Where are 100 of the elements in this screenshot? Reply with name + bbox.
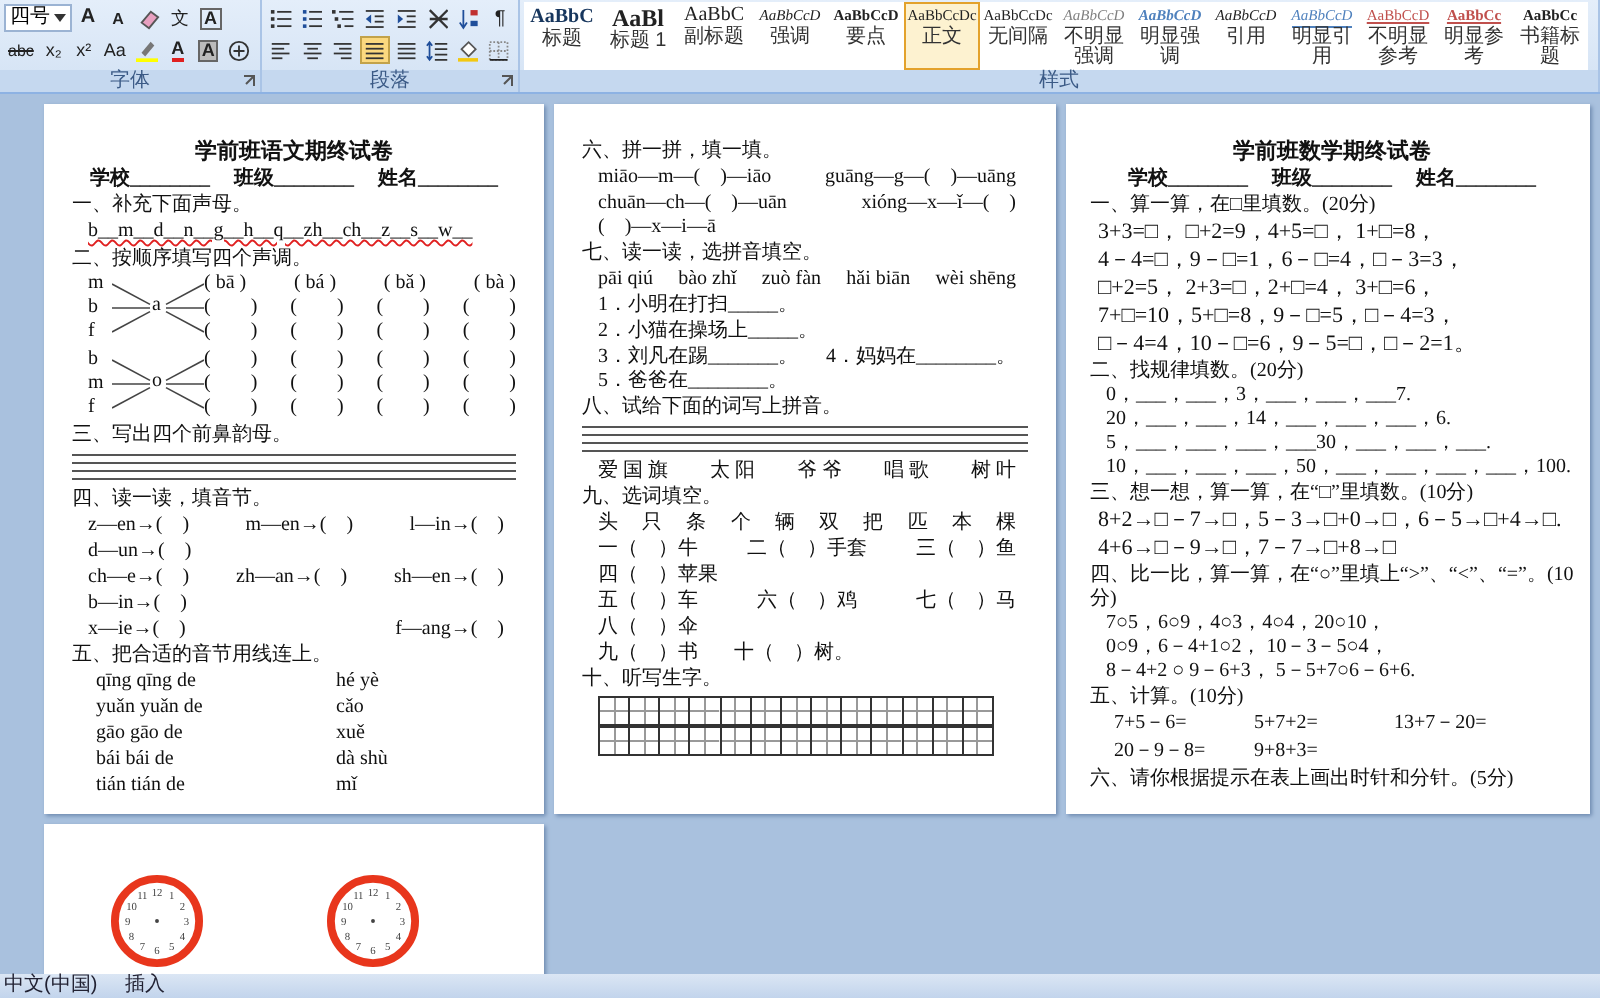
exercise-item: 八（ ）伞 [598, 614, 698, 640]
style-tile[interactable]: AaBl 标题 1 [600, 2, 676, 70]
show-marks-button[interactable]: ¶ [486, 4, 515, 32]
answer-bracket: ( bǎ ) [383, 272, 427, 296]
exercise-item: zuò fàn [761, 266, 822, 292]
decrease-indent-button[interactable] [360, 4, 390, 32]
vowel-letter: o [152, 370, 162, 394]
grow-font-button[interactable]: A [74, 4, 102, 32]
exam-title: 学前班数学期终试卷 [1231, 138, 1433, 166]
borders-button[interactable] [484, 36, 514, 64]
pinyin-word: bái bái de [96, 746, 176, 772]
highlight-button[interactable] [131, 36, 162, 64]
numbered-list-icon [301, 7, 323, 29]
answer-bracket: ( ) [376, 372, 430, 396]
exercise-item: 7+5－6= [1114, 710, 1189, 738]
answer-bracket: ( bà ) [473, 272, 516, 296]
character-shading-button[interactable]: A [193, 36, 223, 64]
pinyin-word: dà shù [336, 746, 390, 772]
font-size-field[interactable]: 四号 [4, 4, 72, 32]
style-tile[interactable]: AaBbC 标题 [524, 2, 600, 70]
exercise-item: sh—en→( ) [394, 564, 504, 590]
dialog-launcher-icon[interactable] [500, 74, 514, 88]
exercise-item: d—un→( ) [88, 538, 192, 564]
shrink-font-button[interactable]: A [104, 4, 132, 32]
answer-bracket: ( ) [290, 320, 344, 344]
multilevel-list-button[interactable] [328, 4, 359, 32]
exam-title: 学前班语文期终试卷 [193, 138, 395, 166]
answer-bracket: ( ) [376, 320, 430, 344]
dialog-launcher-icon[interactable] [242, 74, 256, 88]
exercise-line: ( )—x—i—ā [596, 216, 718, 240]
question-heading: 八、试给下面的词写上拼音。 [582, 396, 844, 420]
initial-letter: f [88, 396, 97, 420]
question-heading: 六、拼一拼，填一填。 [582, 140, 784, 164]
pinyin-word: xuě [336, 720, 367, 746]
asian-layout-button[interactable] [423, 4, 453, 32]
numbering-button[interactable] [297, 4, 327, 32]
pinyin-word: qīng qīng de [96, 668, 198, 694]
exercise-item: 一（ ）牛 [598, 536, 698, 562]
style-tile[interactable]: AaBbC 副标题 [676, 2, 752, 70]
question-heading: 五、把合适的音节用线连上。 [72, 644, 334, 668]
question-heading: 九、选词填空。 [582, 486, 724, 510]
exercise-line: 7○5，6○9，4○3，4○4，20○10， [1104, 612, 1389, 636]
answer-bracket: ( ) [462, 372, 516, 396]
exercise-item: x—ie→( ) [88, 616, 186, 642]
exercise-item: 20－9－8= [1114, 738, 1208, 766]
fill-in-line: 班级________ [1272, 166, 1392, 192]
fill-in-line: 学校________ [1128, 166, 1248, 192]
exercise-item: miāo—m—( )—iāo [598, 164, 772, 190]
equation-line: 4+6→□－9→□，7－7→□+8→□ [1096, 534, 1398, 562]
caret-icon [54, 14, 66, 22]
exercise-line: 0○9，6－4+1○2， 10－3－5○4， [1104, 636, 1391, 660]
exercise-item: guāng—g—( )—uāng [824, 164, 1016, 190]
exercise-item: 个 [730, 510, 751, 536]
equation-line: 4－4=□，9－□=1，6－□=4，□－3=3， [1096, 246, 1467, 274]
exercise-item: z—en→( ) [88, 512, 190, 538]
exercise-item: 2．小猫在操场上_____。 [598, 318, 818, 344]
strikethrough-button[interactable]: abc [4, 36, 38, 64]
character-border-button[interactable]: A [196, 4, 225, 32]
exercise-line: 5，___，___，___，___30，___，___，___. [1104, 432, 1493, 456]
exercise-item: 匹 [907, 510, 928, 536]
bullets-button[interactable] [266, 4, 296, 32]
exercise-item: l—in→( ) [409, 512, 504, 538]
exercise-item: chuān—ch—( )—uān [598, 190, 787, 216]
enclose-character-button[interactable] [224, 36, 255, 64]
eraser-icon [138, 7, 160, 29]
cross-icon [427, 7, 449, 29]
exercise-line: 10，___，___，___，50，___，___，___，___，100. [1104, 456, 1573, 480]
font-color-button[interactable]: A [163, 36, 192, 64]
initial-letter: m [88, 272, 106, 296]
borders-icon [488, 39, 510, 61]
question-heading: 五、计算。(10分) [1090, 686, 1246, 710]
initial-letter: m [88, 372, 106, 396]
justify-button[interactable] [359, 36, 389, 64]
pinyin-word: gāo gāo de [96, 720, 185, 746]
exercise-item: 二（ ）手套 [747, 536, 867, 562]
bulleted-list-icon [270, 7, 292, 29]
group-label: 字体 [110, 70, 150, 92]
question-heading: 十、听写生字。 [582, 668, 724, 692]
line-spacing-icon [426, 39, 448, 61]
equation-line: □－4=4，10－□=6，9－5=□，□－2=1。 [1096, 330, 1478, 358]
exercise-item: 唱 歌 [884, 458, 929, 484]
answer-bracket: ( ) [204, 296, 258, 320]
language-indicator[interactable]: 中文(中国) [4, 974, 98, 998]
phonetic-guide-button[interactable]: 文 [166, 4, 194, 32]
shading-button[interactable] [453, 36, 483, 64]
subscript-button[interactable]: x₂ [39, 36, 68, 64]
equation-line: 7+□=10，5+□=8，9－□=5，□－4=3， [1096, 302, 1459, 330]
question-heading: 四、读一读，填音节。 [72, 488, 274, 512]
insert-mode-indicator[interactable]: 插入 [125, 974, 166, 998]
fill-in-line: 姓名________ [1416, 166, 1536, 192]
change-case-button[interactable]: Aa [99, 36, 130, 64]
indent-icon [395, 7, 418, 29]
exercise-item: 树 叶 [971, 458, 1016, 484]
sort-icon [458, 7, 481, 29]
answer-bracket: ( ) [376, 348, 430, 372]
line-spacing-button[interactable] [422, 36, 452, 64]
equation-line: 3+3=□， □+2=9，4+5=□， 1+□=8， [1096, 218, 1440, 246]
initial-letter: b [88, 348, 100, 372]
pinyin-line: b__m__d__n__g__h__q__zh__ch__z__s__w__ [86, 218, 475, 246]
superscript-button[interactable]: x² [69, 36, 98, 64]
